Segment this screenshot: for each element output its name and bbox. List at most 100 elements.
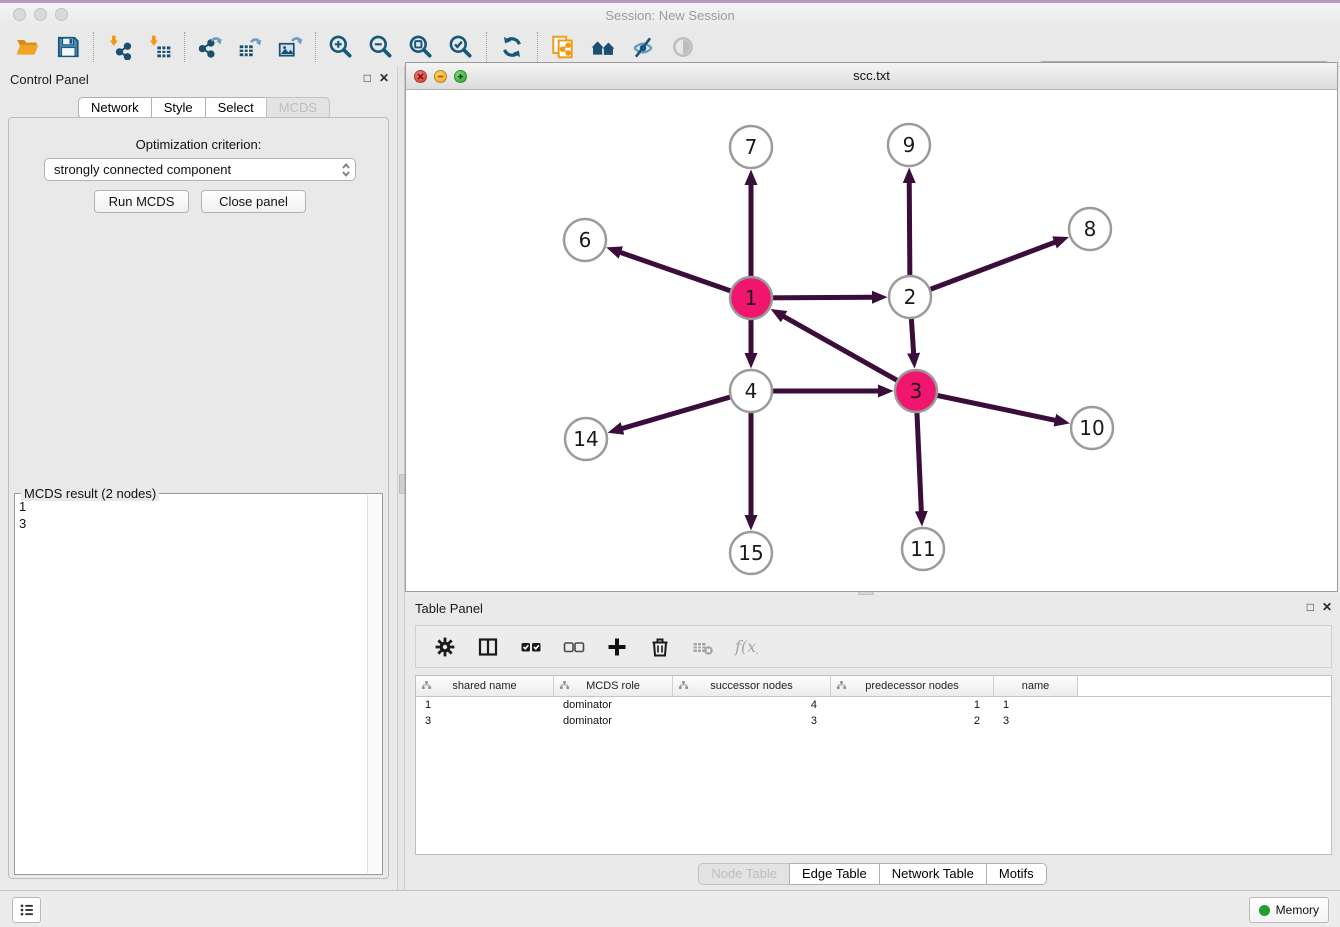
- graph-edge-3-1[interactable]: [783, 316, 916, 391]
- close-panel-icon[interactable]: ✕: [379, 72, 389, 84]
- column-label: name: [1022, 680, 1050, 692]
- zoom-in-button[interactable]: [321, 31, 361, 63]
- deselect-all-button[interactable]: [555, 630, 592, 664]
- svg-text:4: 4: [745, 379, 758, 403]
- column-header-MCDS-role[interactable]: MCDS role: [554, 676, 673, 696]
- status-bar: Memory: [0, 890, 1340, 927]
- control-panel: Control Panel □ ✕ NetworkStyleSelectMCDS…: [0, 66, 397, 881]
- column-header-predecessor-nodes[interactable]: predecessor nodes: [831, 676, 994, 696]
- svg-text:3: 3: [910, 379, 923, 403]
- tab-style[interactable]: Style: [151, 97, 206, 119]
- column-label: predecessor nodes: [865, 680, 959, 692]
- hide-eye-icon: [630, 34, 656, 60]
- zoom-out-button[interactable]: [361, 31, 401, 63]
- network-canvas[interactable]: 7 9 6 8 1 2 4 3 14 10 15 11: [406, 90, 1337, 591]
- table-row[interactable]: 1dominator411: [416, 697, 1331, 713]
- tab-network[interactable]: Network: [78, 97, 152, 119]
- tab-motifs[interactable]: Motifs: [986, 863, 1047, 885]
- window-titlebar: Session: New Session: [0, 0, 1340, 29]
- toolbar-separator: [184, 32, 185, 62]
- graph-node-2[interactable]: 2: [889, 276, 931, 318]
- result-scrollbar[interactable]: [367, 495, 381, 873]
- zoom-selected-button[interactable]: [441, 31, 481, 63]
- tab-node-table[interactable]: Node Table: [698, 863, 790, 885]
- tab-mcds[interactable]: MCDS: [266, 97, 330, 119]
- tab-select[interactable]: Select: [205, 97, 267, 119]
- refresh-icon: [499, 34, 525, 60]
- copy-network-icon: [550, 34, 576, 60]
- control-panel-title: Control Panel: [10, 72, 89, 87]
- export-image-button[interactable]: [270, 31, 310, 63]
- graph-node-10[interactable]: 10: [1071, 407, 1113, 449]
- graph-node-11[interactable]: 11: [902, 528, 944, 570]
- graph-node-1[interactable]: 1: [730, 277, 772, 319]
- columns-button[interactable]: [469, 630, 506, 664]
- window-title: Session: New Session: [0, 3, 1340, 28]
- graph-edge-2-8[interactable]: [910, 242, 1055, 297]
- tab-edge-table[interactable]: Edge Table: [789, 863, 880, 885]
- select-all-button[interactable]: [512, 630, 549, 664]
- network-minimize-button[interactable]: [434, 70, 447, 83]
- column-label: shared name: [452, 680, 516, 692]
- vertical-splitter[interactable]: [397, 66, 405, 890]
- graph-node-8[interactable]: 8: [1069, 208, 1111, 250]
- refresh-button[interactable]: [492, 31, 532, 63]
- table-body: 1dominator4113dominator323: [416, 697, 1331, 729]
- delete-column-icon: [648, 635, 672, 659]
- open-folder-icon: [15, 34, 41, 60]
- hierarchy-icon: [559, 680, 570, 691]
- graph-node-6[interactable]: 6: [564, 219, 606, 261]
- import-table-icon: [146, 34, 172, 60]
- gear-icon: [433, 635, 457, 659]
- graph-node-9[interactable]: 9: [888, 124, 930, 166]
- delete-column-button[interactable]: [641, 630, 678, 664]
- open-folder-button[interactable]: [8, 31, 48, 63]
- hide-eye-button[interactable]: [623, 31, 663, 63]
- svg-text:14: 14: [573, 427, 598, 451]
- run-mcds-button[interactable]: Run MCDS: [94, 190, 189, 213]
- export-network-button[interactable]: [190, 31, 230, 63]
- export-table-button[interactable]: [230, 31, 270, 63]
- table-cell: dominator: [554, 713, 673, 729]
- save-button[interactable]: [48, 31, 88, 63]
- import-network-icon: [106, 34, 132, 60]
- graph-node-15[interactable]: 15: [730, 532, 772, 574]
- column-header-name[interactable]: name: [994, 676, 1078, 696]
- column-header-shared-name[interactable]: shared name: [416, 676, 554, 696]
- graph-node-7[interactable]: 7: [730, 126, 772, 168]
- graph-node-14[interactable]: 14: [565, 418, 607, 460]
- table-cell: 1: [831, 697, 994, 713]
- graph-node-3[interactable]: 3: [895, 370, 937, 412]
- import-table-button[interactable]: [139, 31, 179, 63]
- table-close-icon[interactable]: ✕: [1322, 601, 1332, 613]
- memory-status-dot: [1259, 905, 1270, 916]
- criterion-select-value: strongly connected component: [45, 162, 337, 177]
- copy-network-button[interactable]: [543, 31, 583, 63]
- network-close-button[interactable]: [414, 70, 427, 83]
- memory-button[interactable]: Memory: [1249, 897, 1329, 923]
- float-panel-icon[interactable]: □: [364, 72, 371, 84]
- home-button[interactable]: [583, 31, 623, 63]
- table-cell: 1: [994, 697, 1078, 713]
- import-network-button[interactable]: [99, 31, 139, 63]
- svg-text:2: 2: [904, 285, 917, 309]
- select-all-icon: [519, 635, 543, 659]
- graph-node-4[interactable]: 4: [730, 370, 772, 412]
- function-builder-button: [727, 630, 764, 664]
- tab-network-table[interactable]: Network Table: [879, 863, 987, 885]
- add-column-button[interactable]: [598, 630, 635, 664]
- table-row[interactable]: 3dominator323: [416, 713, 1331, 729]
- network-maximize-button[interactable]: [454, 70, 467, 83]
- node-table[interactable]: shared name MCDS rolesuccessor nodes prede…: [415, 675, 1332, 855]
- table-float-icon[interactable]: □: [1307, 601, 1314, 613]
- gear-button[interactable]: [426, 630, 463, 664]
- toolbar-separator: [93, 32, 94, 62]
- svg-text:1: 1: [745, 286, 758, 310]
- zoom-fit-button[interactable]: [401, 31, 441, 63]
- close-panel-button[interactable]: Close panel: [201, 190, 306, 213]
- column-header-successor-nodes[interactable]: successor nodes: [673, 676, 831, 696]
- criterion-select[interactable]: strongly connected component: [44, 158, 356, 181]
- network-window-titlebar[interactable]: scc.txt: [406, 63, 1337, 90]
- zoom-selected-icon: [448, 34, 474, 60]
- frames-button[interactable]: [12, 897, 41, 923]
